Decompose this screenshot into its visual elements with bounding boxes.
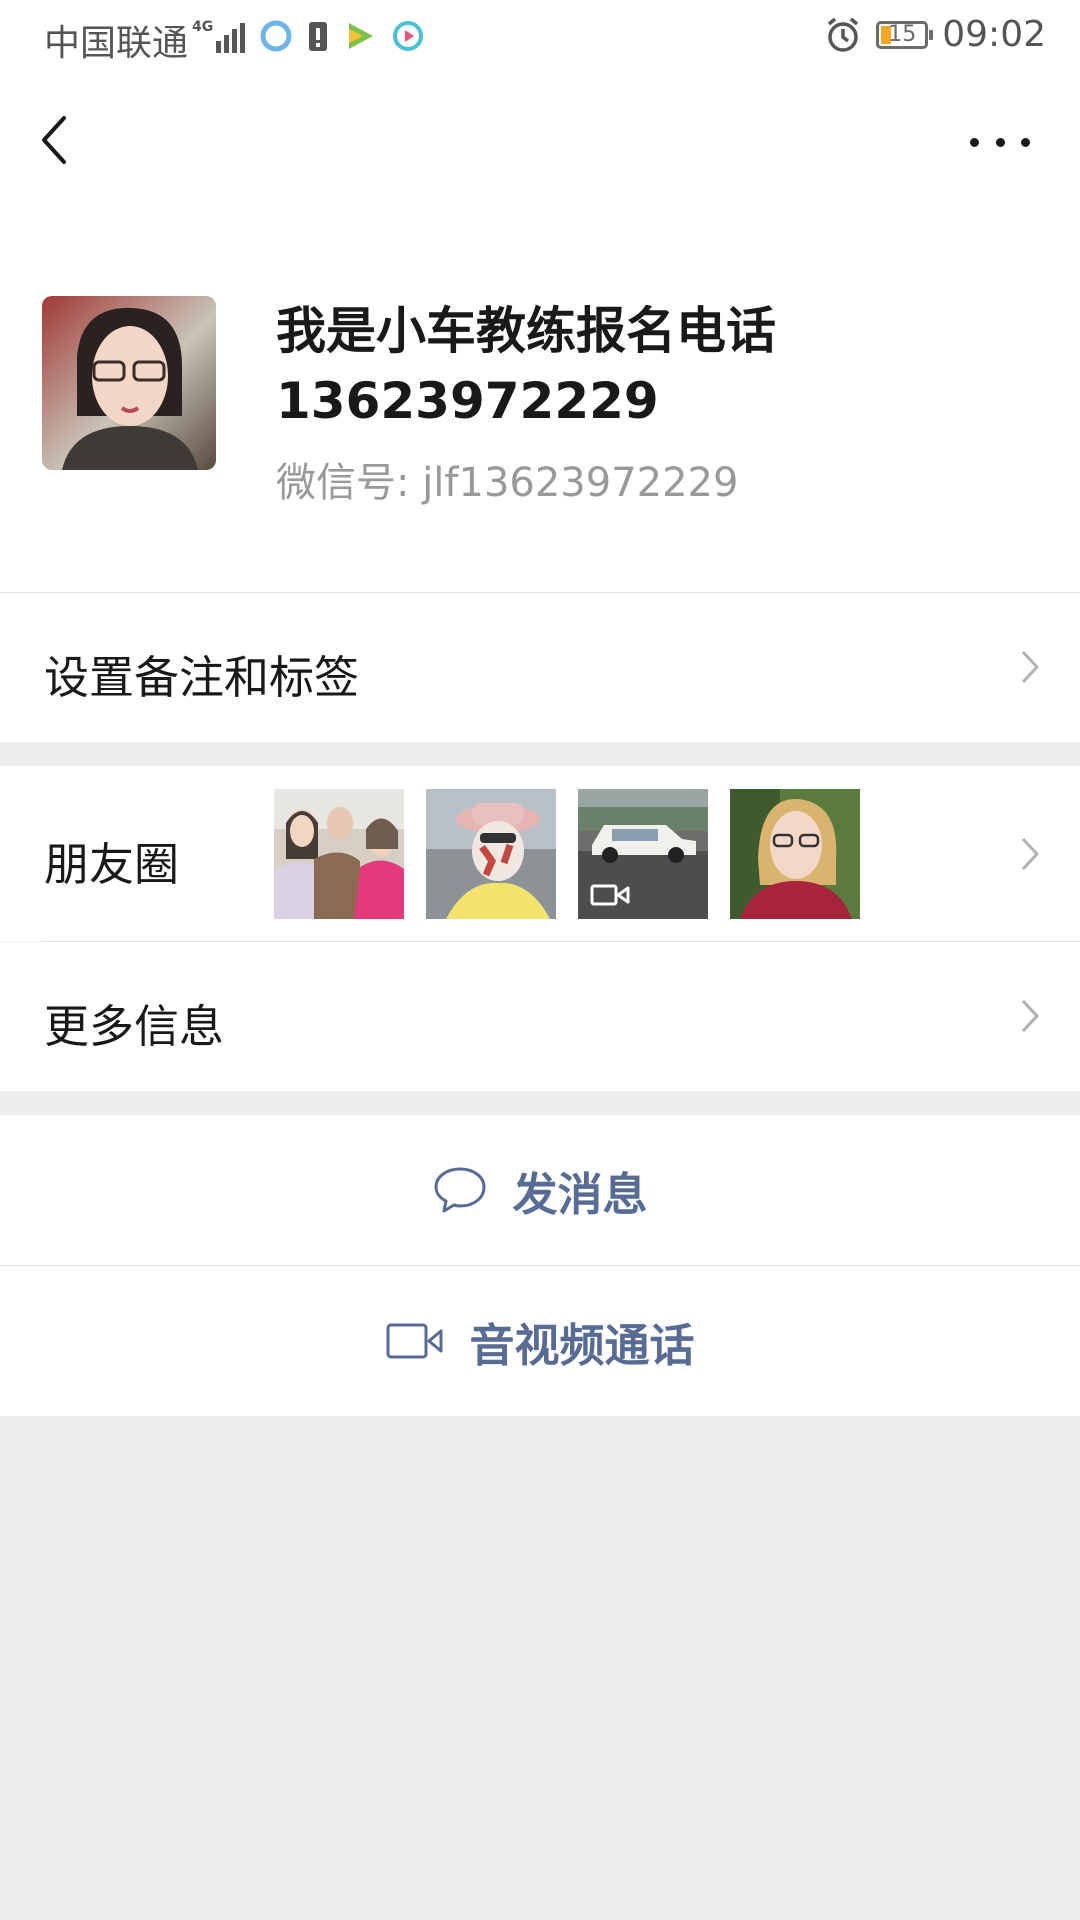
status-bar: 中国联通 4G 15 09:02 bbox=[0, 0, 1080, 76]
video-icon bbox=[590, 884, 630, 906]
signal-icon: 4G bbox=[192, 19, 246, 53]
video-app-icon bbox=[349, 23, 374, 49]
send-message-label: 发消息 bbox=[512, 1167, 648, 1221]
moments-label: 朋友圈 bbox=[44, 838, 180, 891]
moments-row[interactable]: 朋友圈 bbox=[0, 766, 1080, 941]
video-call-label: 音视频通话 bbox=[469, 1318, 695, 1372]
chevron-left-icon[interactable] bbox=[36, 110, 76, 170]
moments-thumbnails bbox=[274, 789, 860, 919]
alarm-icon bbox=[828, 17, 859, 52]
more-dots-icon[interactable] bbox=[970, 132, 1030, 152]
status-right: 15 09:02 bbox=[824, 14, 1046, 55]
status-icons: 4G bbox=[192, 14, 425, 58]
clock: 09:02 bbox=[942, 14, 1046, 55]
chevron-right-icon bbox=[1021, 999, 1040, 1033]
app-notification-icon bbox=[260, 20, 292, 52]
video-camera-icon bbox=[386, 1323, 443, 1359]
alert-icon bbox=[309, 22, 328, 51]
more-info-label: 更多信息 bbox=[44, 1000, 225, 1053]
wechat-id: 微信号: jlf13623972229 bbox=[276, 460, 739, 506]
carrier-name: 中国联通 bbox=[44, 23, 189, 64]
remark-tags-row[interactable]: 设置备注和标签 bbox=[0, 593, 1080, 742]
moments-photo bbox=[730, 789, 860, 919]
chevron-right-icon bbox=[1021, 650, 1040, 684]
contact-name: 我是小车教练报名电话13623972229 bbox=[276, 302, 776, 430]
chat-bubble-icon bbox=[434, 1167, 486, 1213]
battery-level: 15 bbox=[888, 21, 917, 47]
avatar[interactable] bbox=[42, 296, 216, 470]
top-nav-bar bbox=[0, 76, 1080, 204]
video-call-button[interactable]: 音视频通话 bbox=[0, 1266, 1080, 1416]
moments-photo bbox=[274, 789, 404, 919]
media-app-icon bbox=[393, 21, 424, 51]
remark-tags-label: 设置备注和标签 bbox=[44, 651, 360, 704]
moments-photo bbox=[426, 789, 556, 919]
battery-icon: 15 bbox=[876, 20, 934, 49]
network-type-label: 4G bbox=[192, 19, 214, 35]
send-message-button[interactable]: 发消息 bbox=[0, 1115, 1080, 1265]
more-info-row[interactable]: 更多信息 bbox=[0, 942, 1080, 1091]
chevron-right-icon bbox=[1021, 837, 1040, 871]
moments-video bbox=[578, 789, 708, 919]
profile-header: 我是小车教练报名电话13623972229 微信号: jlf1362397222… bbox=[0, 204, 1080, 592]
